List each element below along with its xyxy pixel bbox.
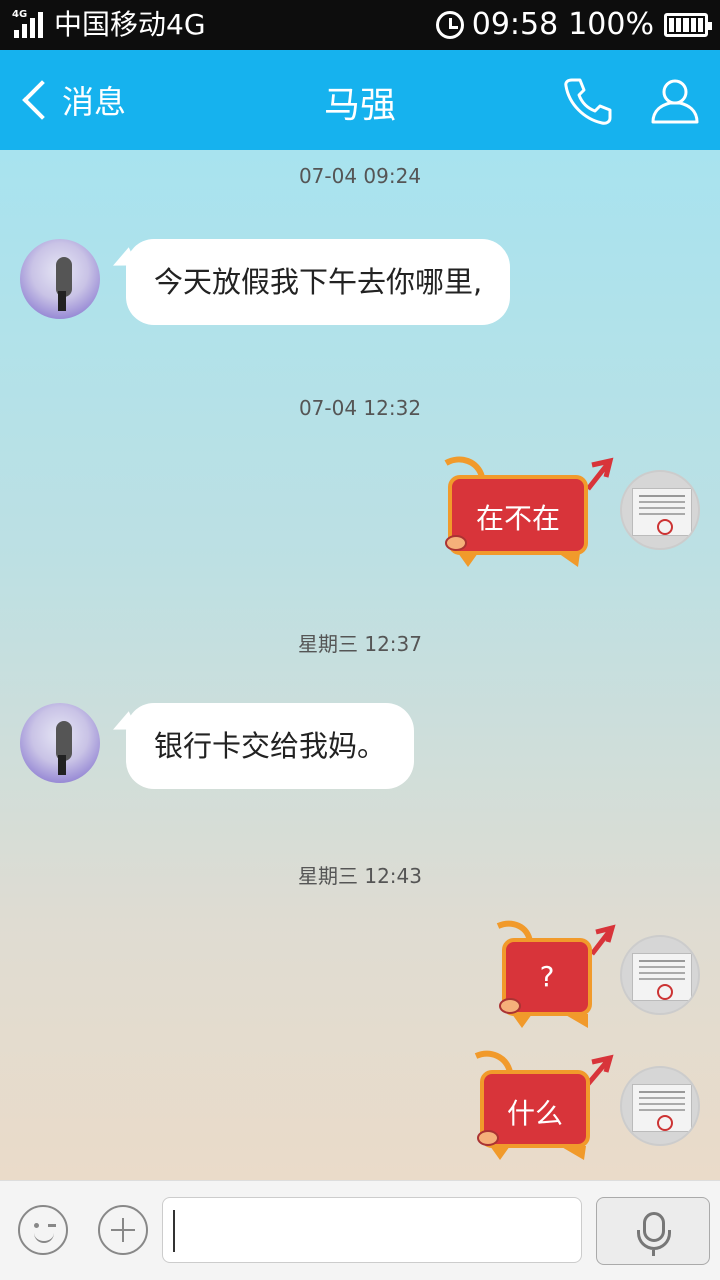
sticker-text: 什么	[506, 1097, 563, 1130]
timestamp: 星期三 12:43	[298, 864, 422, 888]
timestamp: 07-04 12:32	[298, 396, 422, 420]
carrier-name: 中国移动4G	[54, 8, 206, 41]
emoji-icon[interactable]	[18, 1205, 68, 1255]
person-icon[interactable]	[648, 74, 702, 128]
clock: 09:58	[471, 7, 559, 42]
contact-avatar[interactable]	[20, 703, 100, 783]
chat-header: 消息 马强	[0, 50, 720, 150]
input-bar	[0, 1180, 720, 1280]
plus-icon[interactable]	[98, 1205, 148, 1255]
battery-icon	[664, 13, 712, 37]
message-input[interactable]	[162, 1197, 582, 1263]
contact-avatar[interactable]	[20, 239, 100, 319]
text-cursor	[173, 1210, 175, 1252]
network-badge: 4G	[12, 9, 28, 20]
my-avatar[interactable]	[620, 470, 700, 550]
message-list[interactable]: 07-04 09:24 今天放假我下午去你哪里, 07-04 12:32 在不在…	[0, 150, 720, 1180]
sticker-message[interactable]: 什么	[472, 1050, 616, 1166]
my-avatar[interactable]	[620, 935, 700, 1015]
my-avatar[interactable]	[620, 1066, 700, 1146]
message-bubble[interactable]: 银行卡交给我妈。	[126, 703, 415, 789]
phone-icon[interactable]	[560, 74, 614, 128]
sticker-text: ?	[539, 960, 555, 993]
signal-icon: 4G	[12, 10, 48, 40]
status-bar: 4G 中国移动4G 09:58 100%	[0, 0, 720, 50]
timestamp: 07-04 09:24	[298, 164, 422, 188]
alarm-icon	[435, 11, 464, 39]
message-input-field[interactable]	[163, 1198, 581, 1262]
sticker-text: 在不在	[475, 502, 560, 535]
voice-button[interactable]	[596, 1197, 710, 1265]
battery-percent: 100%	[568, 7, 654, 42]
sticker-message[interactable]: 在不在	[438, 455, 616, 573]
timestamp: 星期三 12:37	[298, 632, 422, 656]
sticker-message[interactable]: ?	[494, 920, 618, 1034]
message-bubble[interactable]: 今天放假我下午去你哪里,	[126, 239, 511, 325]
